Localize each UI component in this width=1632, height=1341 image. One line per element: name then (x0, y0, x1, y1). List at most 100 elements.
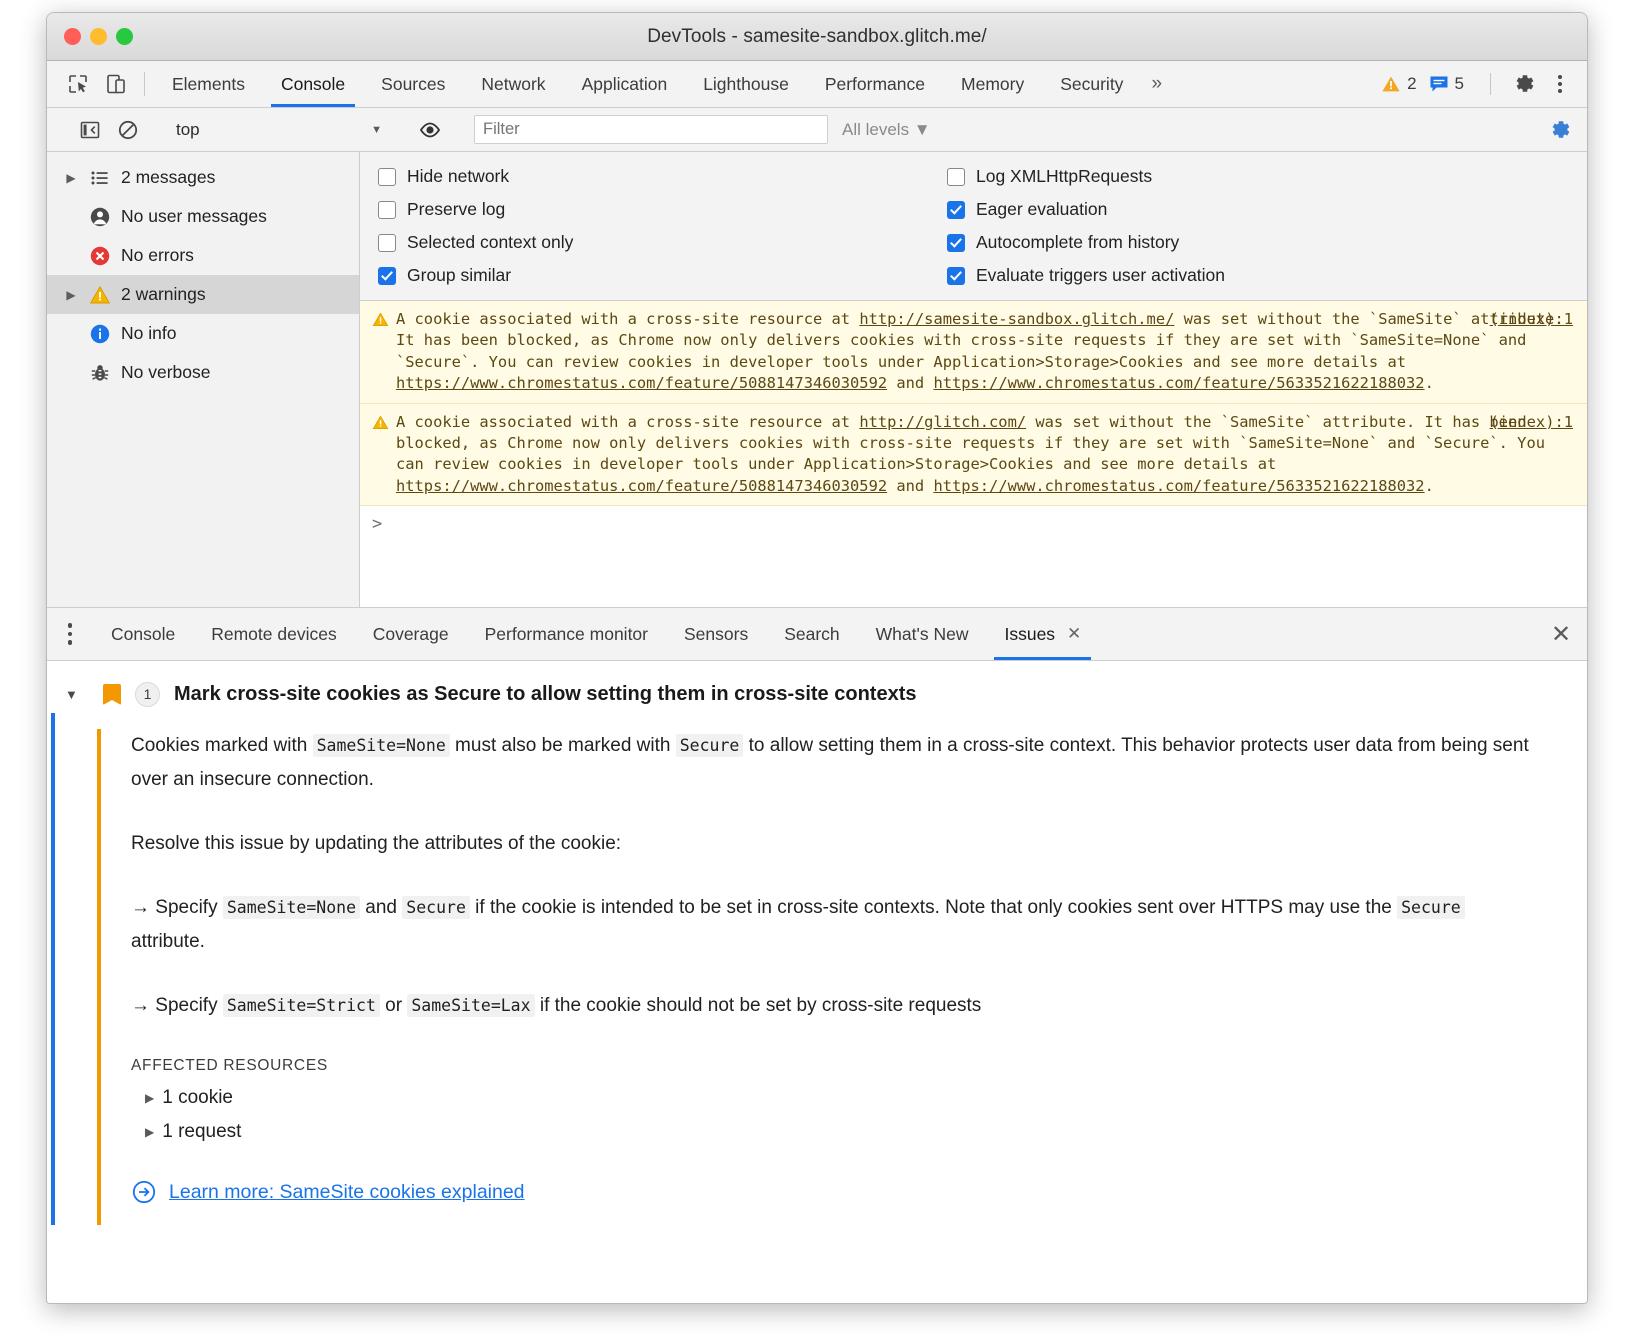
message-link[interactable]: https://www.chromestatus.com/feature/508… (396, 374, 887, 392)
drawer-tab-whats-new[interactable]: What's New (858, 608, 987, 660)
sidebar-item-label: No user messages (121, 206, 267, 227)
user-icon (83, 206, 117, 228)
close-drawer-icon[interactable]: ✕ (1535, 608, 1587, 660)
tab-console[interactable]: Console (263, 61, 363, 107)
learn-more-row[interactable]: Learn more: SameSite cookies explained (131, 1179, 1587, 1205)
checkbox-label: Group similar (407, 265, 511, 286)
message-link[interactable]: https://www.chromestatus.com/feature/563… (933, 477, 1424, 495)
message-link[interactable]: http://samesite-sandbox.glitch.me/ (859, 310, 1174, 328)
checkbox-box[interactable] (378, 201, 396, 219)
drawer-tab-coverage[interactable]: Coverage (355, 608, 467, 660)
checkbox-autocomplete-from-history[interactable]: Autocomplete from history (947, 232, 1225, 253)
console-settings-gear[interactable] (1547, 117, 1573, 143)
code-secure: Secure (676, 734, 744, 757)
checkbox-box[interactable] (947, 201, 965, 219)
sidebar-item-info[interactable]: No info (47, 314, 359, 353)
drawer-tab-remote-devices[interactable]: Remote devices (193, 608, 354, 660)
more-tabs-icon[interactable]: » (1141, 61, 1174, 107)
message-bubble-icon (1429, 75, 1449, 93)
issue-counts[interactable]: 2 5 (1381, 74, 1470, 94)
text-fragment: and (360, 897, 402, 918)
checkbox-selected-context-only[interactable]: Selected context only (378, 232, 945, 253)
learn-more-link[interactable]: Learn more: SameSite cookies explained (169, 1181, 525, 1204)
tab-performance[interactable]: Performance (807, 61, 943, 107)
console-warning-message[interactable]: A cookie associated with a cross-site re… (360, 404, 1587, 507)
log-level-select[interactable]: All levels ▼ (842, 120, 931, 140)
collapse-arrow-icon[interactable]: ▼ (65, 687, 78, 702)
text-fragment: or (380, 995, 407, 1016)
warning-icon (83, 284, 117, 306)
drawer-tab-label: Remote devices (211, 624, 336, 645)
execution-context-select[interactable]: top ▼ (166, 120, 392, 140)
checkbox-hide-network[interactable]: Hide network (378, 166, 945, 187)
expand-arrow-icon[interactable]: ▶ (59, 171, 83, 185)
checkbox-group-similar[interactable]: Group similar (378, 265, 945, 286)
checkbox-evaluate-triggers-user-activation[interactable]: Evaluate triggers user activation (947, 265, 1225, 286)
console-warning-message[interactable]: A cookie associated with a cross-site re… (360, 301, 1587, 404)
bug-icon (83, 362, 117, 384)
expand-arrow-icon[interactable]: ▶ (145, 1091, 154, 1105)
checkbox-box[interactable] (947, 267, 965, 285)
source-link[interactable]: (index):1 (1490, 412, 1573, 433)
drawer-tab-performance-monitor[interactable]: Performance monitor (467, 608, 666, 660)
tab-sources[interactable]: Sources (363, 61, 463, 107)
checkbox-box[interactable] (378, 267, 396, 285)
clear-console-icon[interactable] (109, 119, 147, 141)
affected-resource-cookie[interactable]: ▶ 1 cookie (145, 1087, 1587, 1109)
console-settings-left-column: Hide network Preserve log Selected conte… (360, 166, 945, 286)
checkbox-label: Evaluate triggers user activation (976, 265, 1225, 286)
drawer-tab-label: Search (784, 624, 839, 645)
tab-application[interactable]: Application (564, 61, 686, 107)
checkbox-preserve-log[interactable]: Preserve log (378, 199, 945, 220)
checkbox-label: Eager evaluation (976, 199, 1107, 220)
checkbox-log-xmlhttprequests[interactable]: Log XMLHttpRequests (947, 166, 1225, 187)
settings-gear-icon[interactable] (1505, 71, 1543, 97)
expand-arrow-icon[interactable]: ▶ (145, 1125, 154, 1139)
message-link[interactable]: http://glitch.com/ (859, 413, 1026, 431)
checkbox-box[interactable] (378, 168, 396, 186)
console-prompt[interactable]: > (360, 506, 1587, 542)
live-expression-eye-icon[interactable] (411, 118, 449, 142)
inspect-element-icon[interactable] (59, 61, 97, 107)
issue-paragraph-4: → Specify SameSite=Strict or SameSite=La… (131, 989, 1531, 1023)
sidebar-item-errors[interactable]: No errors (47, 236, 359, 275)
drawer-tab-sensors[interactable]: Sensors (666, 608, 766, 660)
message-link[interactable]: https://www.chromestatus.com/feature/563… (933, 374, 1424, 392)
tab-elements[interactable]: Elements (154, 61, 263, 107)
drawer-tab-console[interactable]: Console (93, 608, 193, 660)
checkbox-box[interactable] (947, 168, 965, 186)
issue-header[interactable]: ▼ 1 Mark cross-site cookies as Secure to… (47, 675, 1587, 713)
tab-security[interactable]: Security (1042, 61, 1141, 107)
affected-resource-request[interactable]: ▶ 1 request (145, 1121, 1587, 1143)
checkbox-box[interactable] (947, 234, 965, 252)
toggle-console-sidebar-icon[interactable] (71, 119, 109, 141)
tab-network[interactable]: Network (463, 61, 563, 107)
checkbox-box[interactable] (378, 234, 396, 252)
source-link[interactable]: (index):1 (1490, 309, 1573, 330)
sidebar-item-warnings[interactable]: ▶ 2 warnings (47, 275, 359, 314)
close-tab-icon[interactable]: ✕ (1067, 624, 1081, 644)
drawer-tab-search[interactable]: Search (766, 608, 857, 660)
message-link[interactable]: https://www.chromestatus.com/feature/508… (396, 477, 887, 495)
sidebar-item-messages[interactable]: ▶ 2 messages (47, 158, 359, 197)
code-samesite-lax: SameSite=Lax (407, 994, 534, 1017)
more-options-icon[interactable] (1547, 75, 1573, 93)
message-text-fragment: . (1425, 374, 1434, 392)
tab-label: Security (1060, 74, 1123, 95)
filter-input[interactable] (474, 115, 828, 144)
affected-resources-label: AFFECTED RESOURCES (131, 1057, 1587, 1075)
checkbox-eager-evaluation[interactable]: Eager evaluation (947, 199, 1225, 220)
tab-label: Network (481, 74, 545, 95)
sidebar-item-verbose[interactable]: No verbose (47, 353, 359, 392)
device-toolbar-icon[interactable] (97, 61, 135, 107)
drawer-tab-issues[interactable]: Issues ✕ (986, 608, 1099, 660)
warning-count: 2 (1407, 74, 1416, 94)
tab-label: Console (281, 74, 345, 95)
expand-arrow-icon[interactable]: ▶ (59, 288, 83, 302)
tab-memory[interactable]: Memory (943, 61, 1042, 107)
drawer-tab-label: Coverage (373, 624, 449, 645)
sidebar-item-user-messages[interactable]: No user messages (47, 197, 359, 236)
tab-lighthouse[interactable]: Lighthouse (685, 61, 807, 107)
drawer-more-options-icon[interactable] (47, 608, 93, 660)
message-count: 5 (1455, 74, 1464, 94)
